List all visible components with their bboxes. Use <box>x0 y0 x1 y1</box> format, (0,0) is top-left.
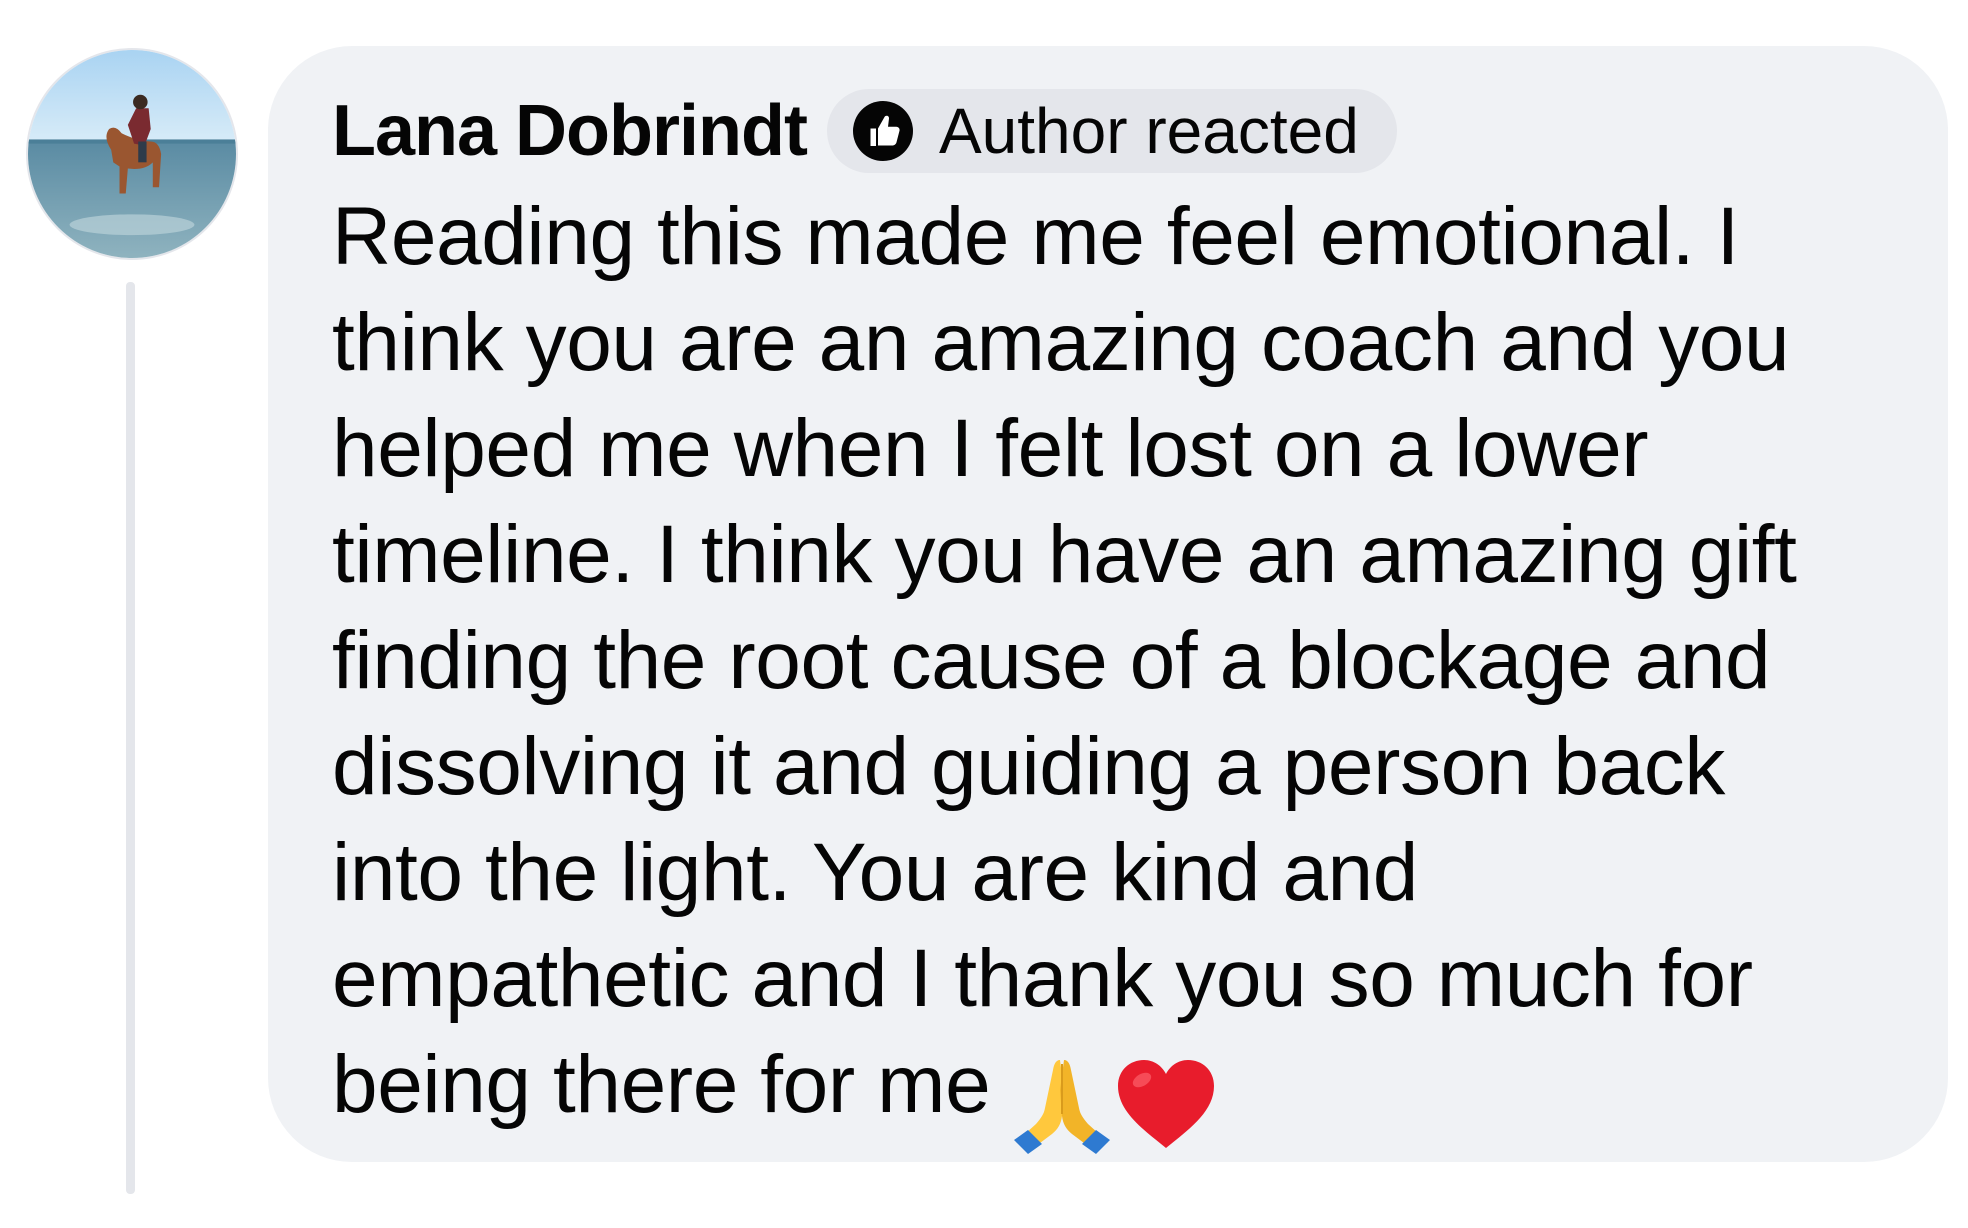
comment-header: Lana Dobrindt Author reacted <box>332 88 1397 174</box>
author-avatar[interactable] <box>28 50 236 258</box>
comment-line: finding the root cause of a blockage and <box>332 615 1771 706</box>
author-name[interactable]: Lana Dobrindt <box>332 90 808 172</box>
red-heart-emoji-icon <box>1114 1054 1218 1154</box>
author-reacted-badge: Author reacted <box>826 89 1397 173</box>
comment-line: helped me when I felt lost on a lower <box>332 403 1649 494</box>
reply-thread-line <box>126 282 135 1194</box>
comment-line: being there for me <box>332 1039 991 1130</box>
comment-line: timeline. I think you have an amazing gi… <box>332 509 1797 600</box>
avatar-photo-icon <box>28 50 236 258</box>
badge-label: Author reacted <box>938 95 1359 167</box>
comment-line: Reading this made me feel emotional. I <box>332 191 1739 282</box>
comment-line: think you are an amazing coach and you <box>332 297 1790 388</box>
thumbs-up-icon <box>852 101 913 161</box>
comment-line: empathetic and I thank you so much for <box>332 933 1753 1024</box>
comment-last-line: being there for me <box>332 1032 1797 1160</box>
emoji-group <box>1010 1054 1218 1160</box>
comment-line: into the light. You are kind and <box>332 827 1418 918</box>
comment-line: dissolving it and guiding a person back <box>332 721 1725 812</box>
comment-body: Reading this made me feel emotional. I t… <box>332 184 1797 1160</box>
folded-hands-emoji-icon <box>1010 1054 1114 1154</box>
